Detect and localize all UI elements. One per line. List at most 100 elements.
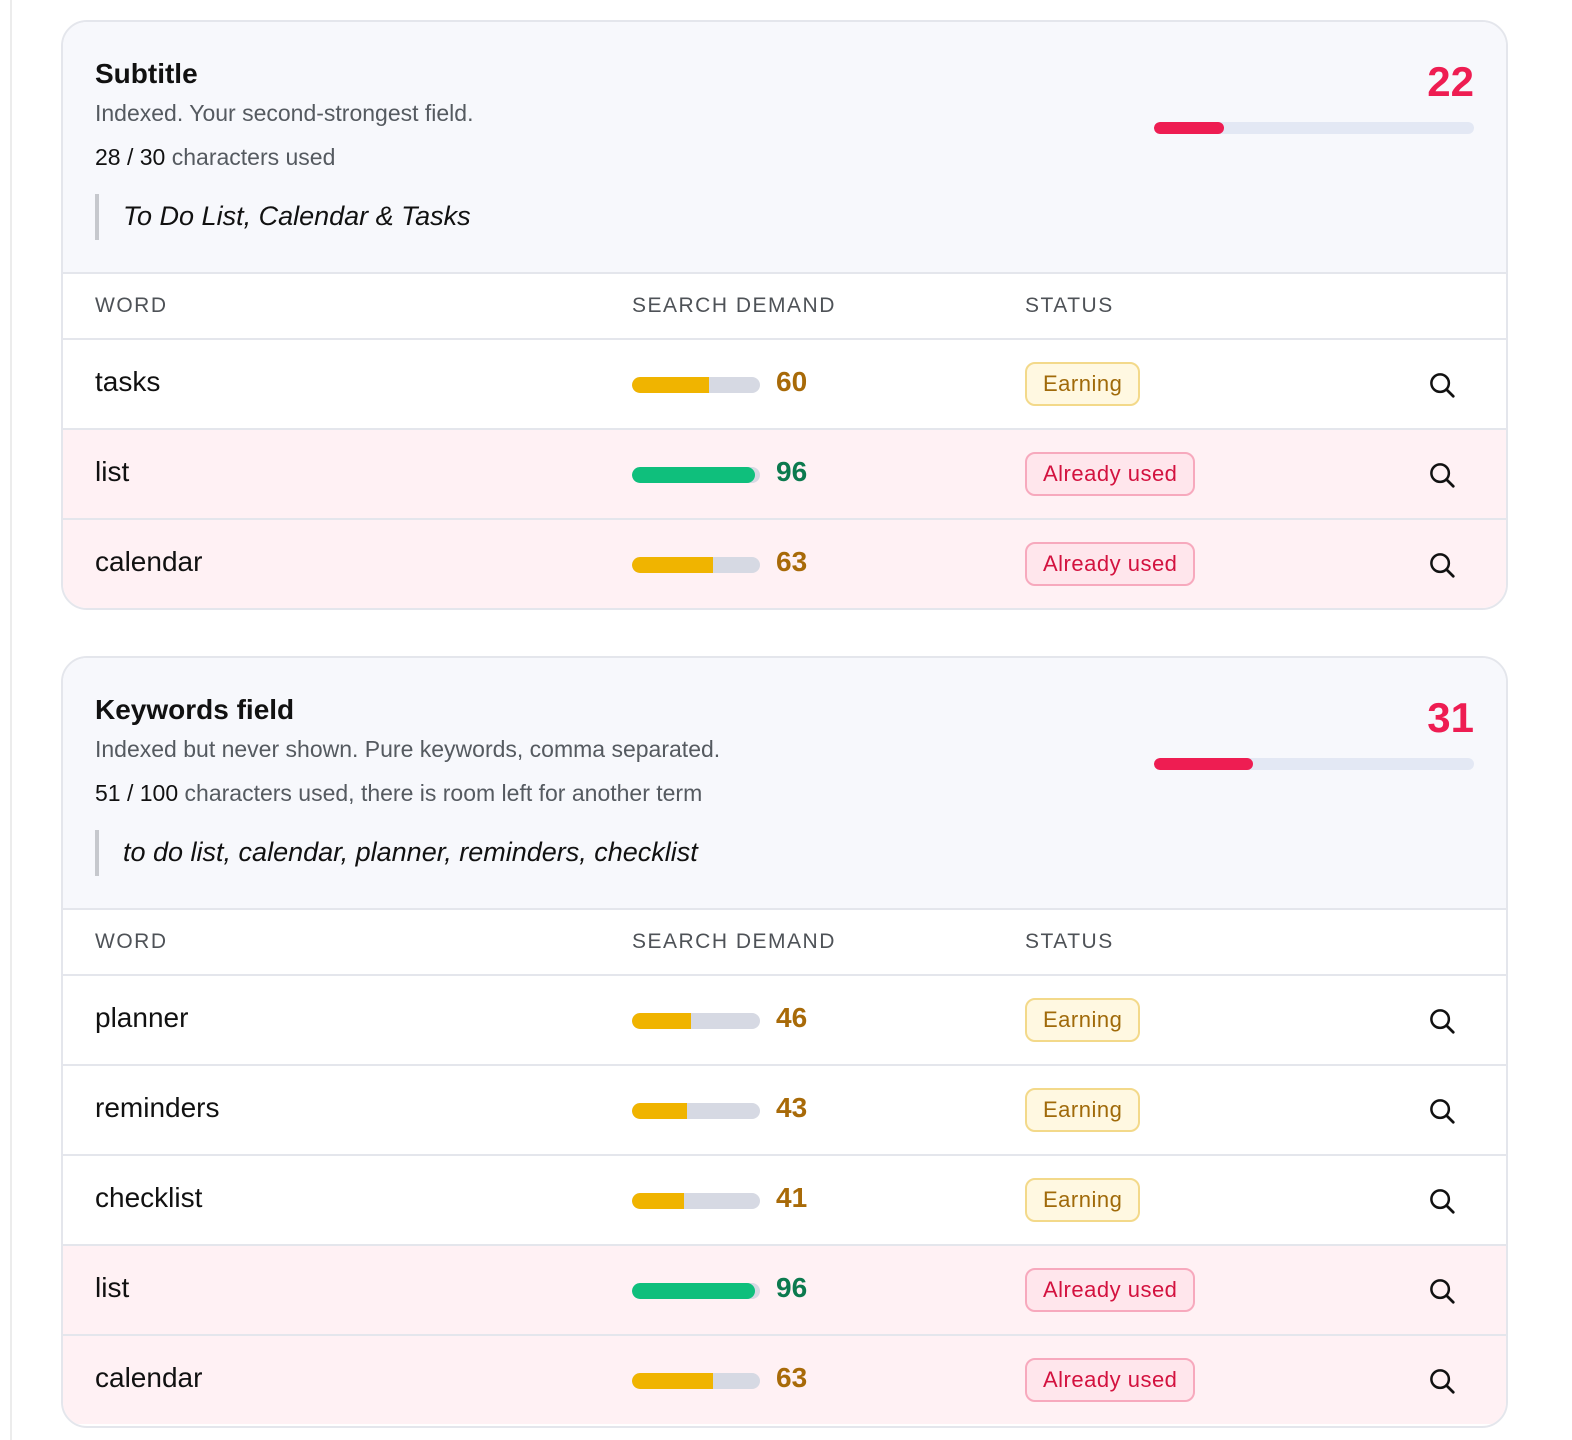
table-row: checklist 41 Earning: [63, 1156, 1506, 1246]
status-badge: Already used: [1025, 452, 1196, 496]
search-button[interactable]: [1427, 1006, 1457, 1036]
search-button[interactable]: [1427, 460, 1457, 490]
column-header-status: STATUS: [1025, 930, 1114, 953]
demand-bar-fill: [632, 1283, 755, 1299]
demand-bar: [632, 377, 760, 393]
field-content-quote: To Do List, Calendar & Tasks: [95, 194, 471, 240]
search-icon: [1430, 463, 1455, 488]
search-button[interactable]: [1427, 550, 1457, 580]
table-header: WORD SEARCH DEMAND STATUS: [63, 274, 1506, 340]
status-badge: Earning: [1025, 1088, 1141, 1132]
demand-value: 41: [776, 1182, 808, 1213]
demand-bar-fill: [632, 1193, 685, 1209]
demand-value: 43: [776, 1092, 808, 1123]
demand-value: 63: [776, 546, 808, 577]
character-count: 28 / 30 characters used: [95, 144, 335, 171]
search-icon: [1430, 373, 1455, 398]
word-cell: tasks: [95, 366, 161, 397]
chars-used: 51: [95, 780, 121, 806]
table-row: calendar 63 Already used: [63, 520, 1506, 608]
search-icon: [1430, 1369, 1455, 1394]
demand-value: 63: [776, 1362, 808, 1393]
field-card-subtitle: Subtitle Indexed. Your second-strongest …: [61, 20, 1508, 610]
column-header-word: WORD: [95, 930, 168, 953]
column-header-search-demand: SEARCH DEMAND: [632, 930, 836, 953]
demand-bar: [632, 557, 760, 573]
search-icon: [1430, 553, 1455, 578]
score-bar: [1154, 122, 1474, 134]
demand-bar: [632, 1193, 760, 1209]
demand-bar-fill: [632, 557, 713, 573]
table-row: reminders 43 Earning: [63, 1066, 1506, 1156]
demand-value: 60: [776, 366, 808, 397]
demand-bar-fill: [632, 467, 755, 483]
demand-bar: [632, 1103, 760, 1119]
word-cell: list: [95, 456, 130, 487]
search-icon: [1430, 1099, 1455, 1124]
score-bar-fill: [1154, 122, 1225, 134]
column-header-word: WORD: [95, 294, 168, 317]
chars-separator: /: [120, 780, 140, 806]
field-card-header: Subtitle Indexed. Your second-strongest …: [63, 22, 1506, 274]
demand-bar-fill: [632, 1373, 713, 1389]
word-cell: checklist: [95, 1182, 203, 1213]
status-badge: Already used: [1025, 1268, 1196, 1312]
word-cell: list: [95, 1272, 130, 1303]
column-header-search-demand: SEARCH DEMAND: [632, 294, 836, 317]
status-badge: Already used: [1025, 542, 1196, 586]
chars-separator: /: [120, 144, 140, 170]
field-title: Subtitle: [95, 58, 198, 89]
table-row: calendar 63 Already used: [63, 1336, 1506, 1424]
search-button[interactable]: [1427, 1096, 1457, 1126]
field-title: Keywords field: [95, 694, 295, 725]
status-badge: Earning: [1025, 998, 1141, 1042]
demand-bar: [632, 1013, 760, 1029]
search-icon: [1430, 1009, 1455, 1034]
field-score: 31: [1427, 694, 1474, 741]
chars-used: 28: [95, 144, 121, 170]
table-row: list 96 Already used: [63, 430, 1506, 520]
score-bar-fill: [1154, 758, 1254, 770]
left-divider: [10, 0, 12, 1440]
table-body: planner 46 Earning reminders 43 Earning checkl…: [63, 976, 1506, 1424]
word-cell: reminders: [95, 1092, 220, 1123]
demand-bar: [632, 1373, 760, 1389]
demand-bar-fill: [632, 377, 709, 393]
demand-bar-fill: [632, 1103, 688, 1119]
word-cell: calendar: [95, 1362, 203, 1393]
demand-bar-fill: [632, 1013, 691, 1029]
table-row: list 96 Already used: [63, 1246, 1506, 1336]
status-badge: Earning: [1025, 1178, 1141, 1222]
search-button[interactable]: [1427, 370, 1457, 400]
word-cell: calendar: [95, 546, 203, 577]
demand-value: 96: [776, 1272, 808, 1303]
table-body: tasks 60 Earning list 96 Already used calendar…: [63, 340, 1506, 608]
search-icon: [1430, 1279, 1455, 1304]
demand-bar: [632, 467, 760, 483]
chars-max: 30: [139, 144, 166, 170]
status-badge: Already used: [1025, 1358, 1196, 1402]
score-bar: [1154, 758, 1474, 770]
search-button[interactable]: [1427, 1366, 1457, 1396]
field-card-keywords: Keywords field Indexed but never shown. …: [61, 656, 1508, 1428]
field-card-header: Keywords field Indexed but never shown. …: [63, 658, 1506, 910]
demand-value: 96: [776, 456, 808, 487]
field-score: 22: [1427, 58, 1474, 105]
field-description: Indexed. Your second-strongest field.: [95, 100, 474, 126]
field-description: Indexed but never shown. Pure keywords, …: [95, 736, 721, 762]
search-button[interactable]: [1427, 1186, 1457, 1216]
search-icon: [1430, 1189, 1455, 1214]
table-header: WORD SEARCH DEMAND STATUS: [63, 910, 1506, 976]
chars-suffix: characters used: [165, 144, 336, 170]
demand-value: 46: [776, 1002, 808, 1033]
search-button[interactable]: [1427, 1276, 1457, 1306]
status-badge: Earning: [1025, 362, 1141, 406]
table-row: tasks 60 Earning: [63, 340, 1506, 430]
character-count: 51 / 100 characters used, there is room …: [95, 780, 702, 807]
column-header-status: STATUS: [1025, 294, 1114, 317]
chars-suffix: characters used, there is room left for …: [178, 780, 703, 806]
field-content-quote: to do list, calendar, planner, reminders…: [95, 830, 698, 876]
chars-max: 100: [139, 780, 179, 806]
demand-bar: [632, 1283, 760, 1299]
word-cell: planner: [95, 1002, 189, 1033]
